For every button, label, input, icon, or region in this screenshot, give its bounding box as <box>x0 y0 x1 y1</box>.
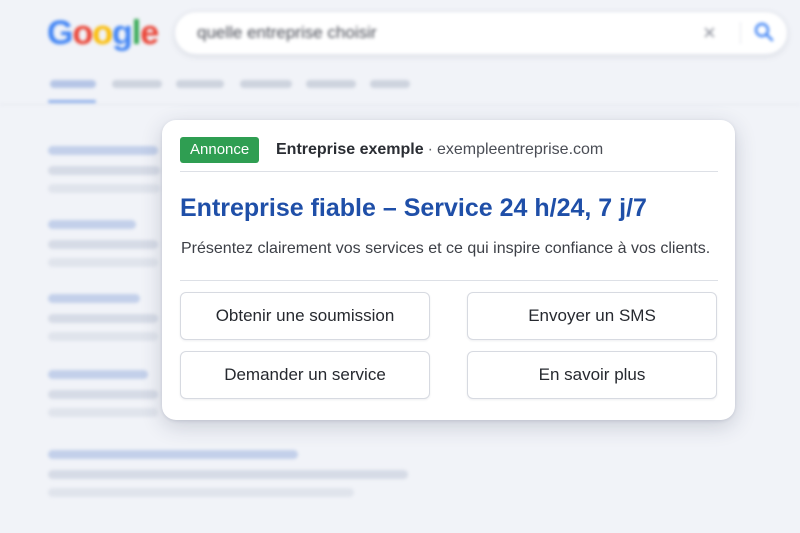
result-placeholder <box>48 370 148 379</box>
result-placeholder <box>48 390 158 399</box>
result-placeholder <box>48 488 354 497</box>
result-placeholder <box>48 166 160 175</box>
result-placeholder <box>48 146 158 155</box>
logo-letter: o <box>92 14 113 52</box>
logo-letter: G <box>47 14 73 52</box>
tabs-divider <box>0 104 800 105</box>
ad-title-link[interactable]: Entreprise fiable – Service 24 h/24, 7 j… <box>180 194 647 223</box>
logo-letter: o <box>72 14 93 52</box>
tab-placeholder <box>370 80 410 88</box>
result-placeholder <box>48 408 158 417</box>
google-logo: Google <box>47 14 159 53</box>
result-placeholder <box>48 258 158 267</box>
tab-placeholder <box>112 80 162 88</box>
result-placeholder <box>48 332 158 341</box>
advertiser-line[interactable]: Entreprise exemple · exempleentreprise.com <box>276 141 603 159</box>
tab-placeholder <box>176 80 224 88</box>
sponsored-ad-card: Annonce Entreprise exemple · exempleentrep… <box>162 120 735 420</box>
search-bar[interactable]: quelle entreprise choisir × <box>174 11 788 55</box>
divider <box>180 280 718 281</box>
search-input[interactable]: quelle entreprise choisir <box>197 23 377 43</box>
active-tab-indicator <box>48 100 96 103</box>
ad-description: Présentez clairement vos services et ce … <box>181 240 711 257</box>
request-service-button[interactable]: Demander un service <box>180 351 430 399</box>
get-quote-button[interactable]: Obtenir une soumission <box>180 292 430 340</box>
tab-placeholder <box>50 80 96 88</box>
logo-letter: g <box>112 14 133 52</box>
logo-letter: l <box>131 14 142 52</box>
learn-more-button[interactable]: En savoir plus <box>467 351 717 399</box>
separator: · <box>427 141 433 158</box>
result-placeholder <box>48 220 136 229</box>
advertiser-domain: exempleentreprise.com <box>436 141 604 158</box>
result-placeholder <box>48 450 298 459</box>
search-bar-divider <box>740 22 741 44</box>
result-placeholder <box>48 240 158 249</box>
result-placeholder <box>48 314 158 323</box>
divider <box>180 171 718 172</box>
send-sms-button[interactable]: Envoyer un SMS <box>467 292 717 340</box>
logo-letter: e <box>140 14 159 52</box>
advertiser-name: Entreprise exemple <box>276 141 424 158</box>
tab-placeholder <box>306 80 356 88</box>
result-placeholder <box>48 470 408 479</box>
ad-badge: Annonce <box>180 137 260 163</box>
search-icon[interactable] <box>752 20 776 44</box>
result-placeholder <box>48 184 160 193</box>
result-placeholder <box>48 294 140 303</box>
tab-placeholder <box>240 80 292 88</box>
close-icon[interactable]: × <box>703 20 716 46</box>
